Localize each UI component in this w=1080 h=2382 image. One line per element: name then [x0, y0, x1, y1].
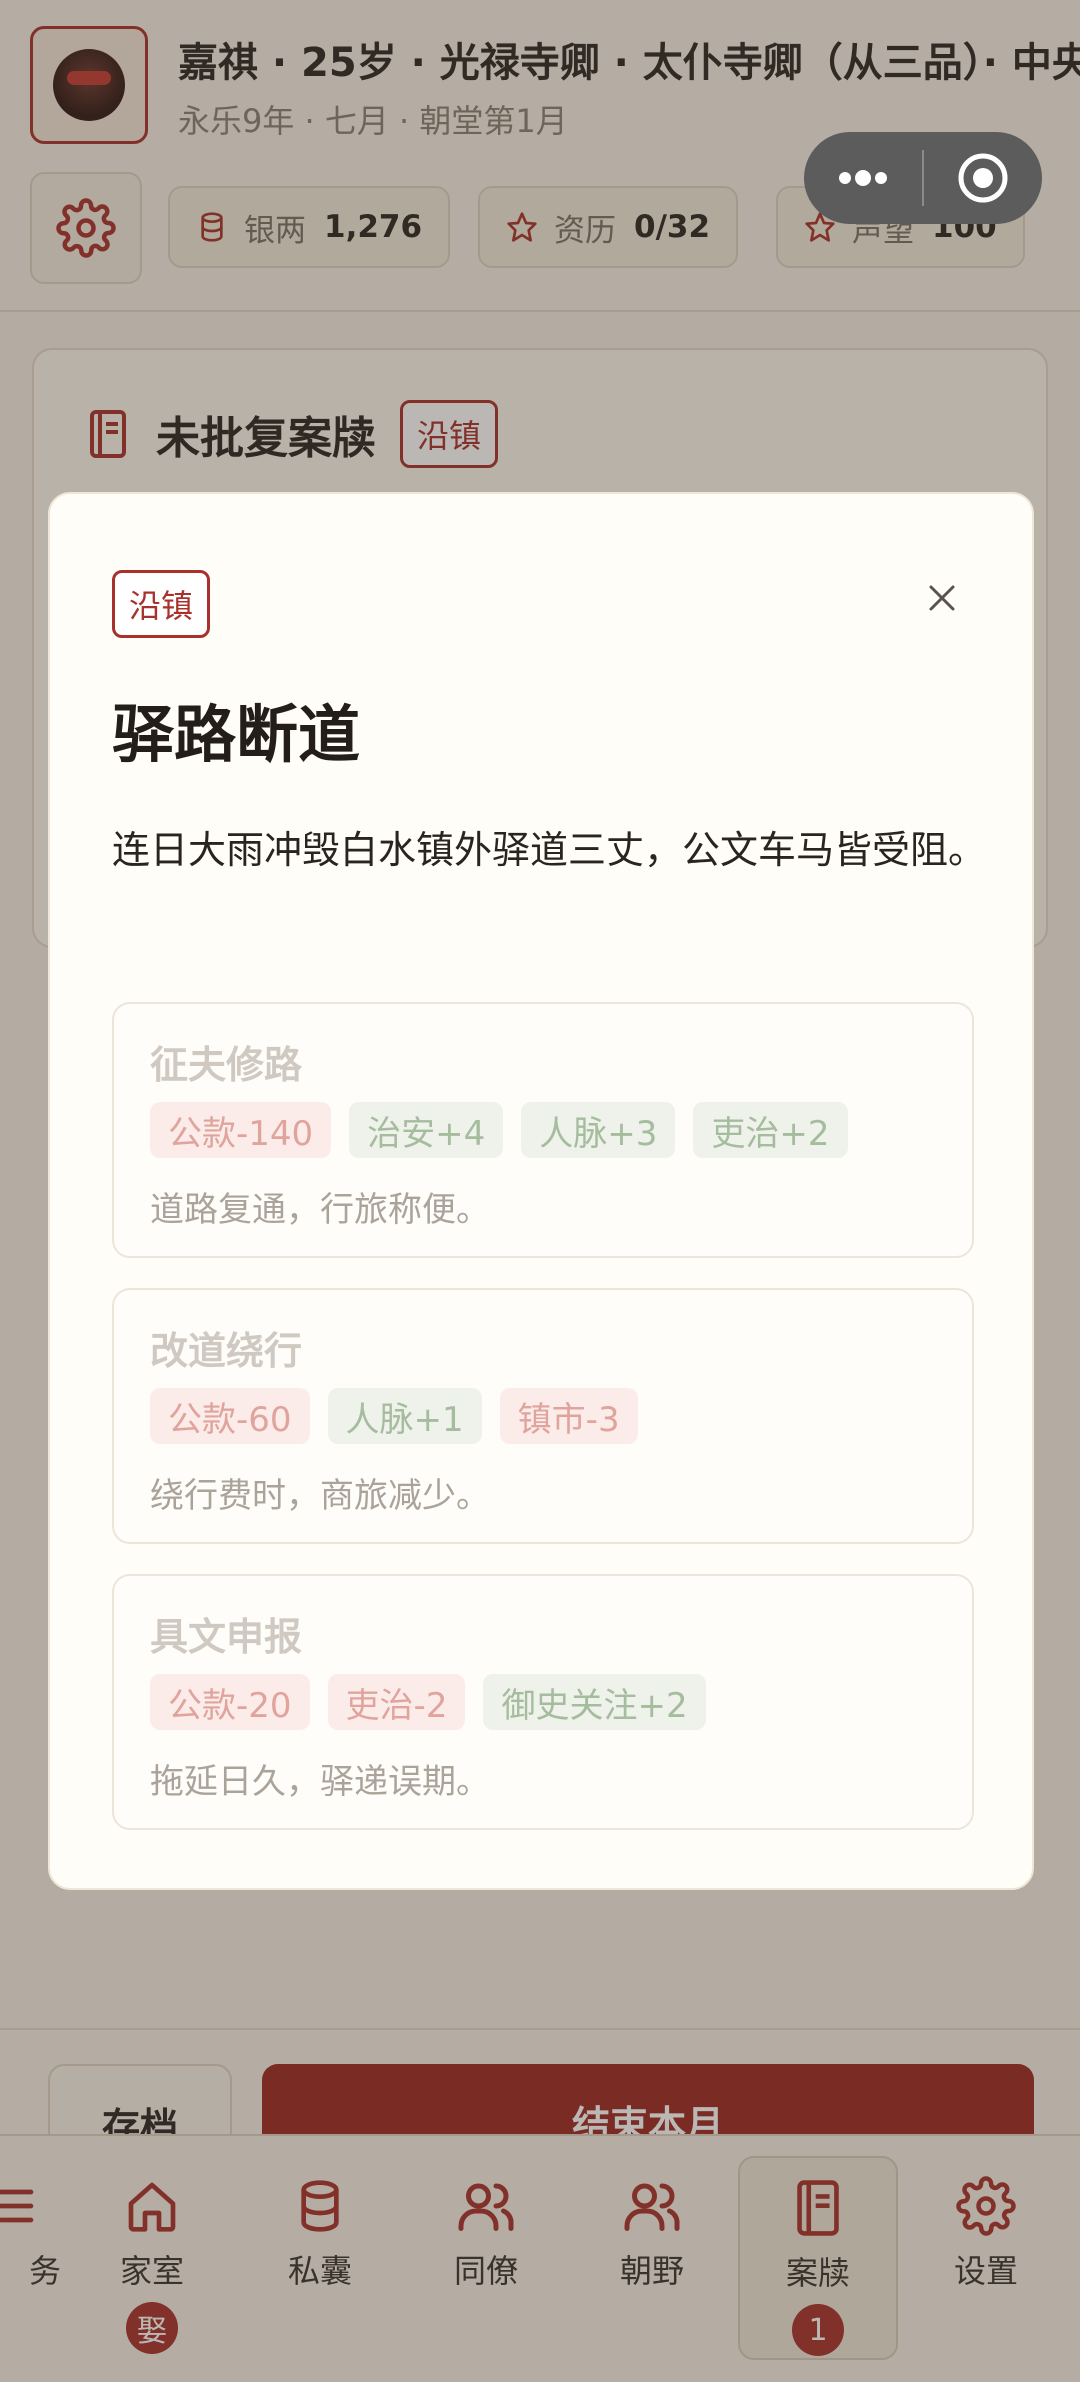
target-icon — [958, 153, 1008, 203]
option-effects: 公款-20 吏治-2 御史关注+2 — [150, 1674, 706, 1730]
effect-chip: 镇市-3 — [499, 1388, 638, 1444]
option-card[interactable]: 征夫修路 公款-140 治安+4 人脉+3 吏治+2 道路复通，行旅称便。 — [112, 1002, 974, 1258]
effect-chip: 人脉+1 — [327, 1388, 482, 1444]
effect-chip: 公款-20 — [150, 1674, 310, 1730]
option-title: 征夫修路 — [150, 1043, 303, 1087]
option-result: 拖延日久，驿递误期。 — [150, 1762, 490, 1802]
close-button[interactable] — [902, 558, 982, 638]
option-title: 改道绕行 — [150, 1329, 303, 1373]
more-button[interactable] — [804, 132, 922, 224]
event-title: 驿路断道 — [112, 698, 361, 771]
event-modal: 沿镇 驿路断道 连日大雨冲毁白水镇外驿道三丈，公文车马皆受阻。 征夫修路 公款-… — [48, 492, 1034, 1890]
option-result: 绕行费时，商旅减少。 — [150, 1476, 490, 1516]
option-title: 具文申报 — [150, 1615, 303, 1659]
event-description: 连日大雨冲毁白水镇外驿道三丈，公文车马皆受阻。 — [112, 828, 987, 872]
option-effects: 公款-140 治安+4 人脉+3 吏治+2 — [150, 1102, 848, 1158]
option-card[interactable]: 改道绕行 公款-60 人脉+1 镇市-3 绕行费时，商旅减少。 — [112, 1288, 974, 1544]
more-dots-icon — [839, 170, 887, 186]
effect-chip: 公款-140 — [150, 1102, 332, 1158]
close-miniprogram-button[interactable] — [924, 132, 1042, 224]
effect-chip: 御史关注+2 — [483, 1674, 706, 1730]
close-icon — [929, 585, 955, 611]
effect-chip: 公款-60 — [150, 1388, 310, 1444]
miniprogram-capsule — [804, 132, 1042, 224]
option-card[interactable]: 具文申报 公款-20 吏治-2 御史关注+2 拖延日久，驿递误期。 — [112, 1574, 974, 1830]
effect-chip: 吏治+2 — [693, 1102, 848, 1158]
region-tag: 沿镇 — [112, 570, 211, 638]
effect-chip: 吏治-2 — [327, 1674, 466, 1730]
effect-chip: 人脉+3 — [521, 1102, 676, 1158]
option-result: 道路复通，行旅称便。 — [150, 1190, 490, 1230]
option-effects: 公款-60 人脉+1 镇市-3 — [150, 1388, 638, 1444]
effect-chip: 治安+4 — [349, 1102, 504, 1158]
